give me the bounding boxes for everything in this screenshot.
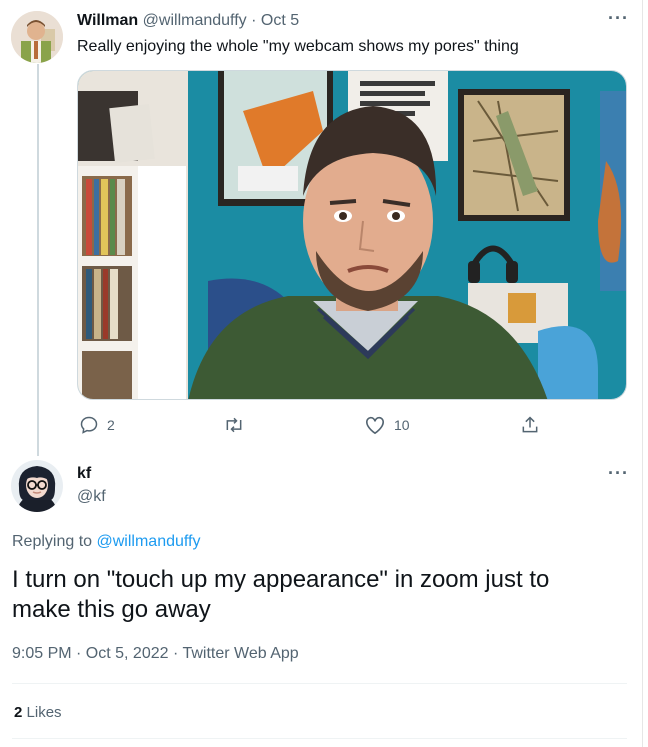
retweet-icon xyxy=(226,417,242,433)
like-count: 10 xyxy=(394,417,410,433)
likes-count: 2 xyxy=(14,704,23,721)
original-author-handle[interactable]: @willmanduffy xyxy=(143,12,247,29)
reply-more-icon[interactable]: ··· xyxy=(608,463,629,484)
reply-author-handle[interactable]: @kf xyxy=(77,488,106,506)
header-separator: · xyxy=(251,12,257,29)
original-author-name[interactable]: Willman xyxy=(77,12,138,29)
share-action[interactable] xyxy=(520,414,540,436)
replying-to-line: Replying to @willmanduffy xyxy=(12,533,200,551)
reply-timestamp[interactable]: 9:05 PM · Oct 5, 2022 · Twitter Web App xyxy=(12,645,299,663)
original-tweet-header: Willman @willmanduffy · Oct 5 xyxy=(77,12,299,30)
reply-icon xyxy=(80,416,98,434)
thread-connector-line xyxy=(37,64,39,456)
reply-action[interactable]: 2 xyxy=(79,414,115,436)
reply-count: 2 xyxy=(107,417,115,433)
reply-author-name[interactable]: kf xyxy=(77,465,91,483)
likes-stat[interactable]: 2 Likes xyxy=(14,704,62,721)
like-action[interactable]: 10 xyxy=(364,414,410,436)
webcam-photo-illustration xyxy=(78,71,626,399)
likes-label: Likes xyxy=(26,704,62,721)
original-tweet-text: Really enjoying the whole "my webcam sho… xyxy=(77,38,519,55)
stats-divider-bottom xyxy=(12,738,627,739)
original-tweet-media[interactable] xyxy=(77,70,627,400)
stats-divider-top xyxy=(12,683,627,684)
original-author-avatar[interactable] xyxy=(11,11,63,63)
original-more-icon[interactable]: ··· xyxy=(608,8,629,29)
reply-author-avatar[interactable] xyxy=(11,460,63,512)
retweet-action[interactable] xyxy=(223,414,253,436)
reply-tweet-text: I turn on "touch up my appearance" in zo… xyxy=(12,566,550,623)
share-icon xyxy=(522,416,538,433)
replying-prefix: Replying to xyxy=(12,533,93,550)
heart-icon xyxy=(366,416,384,435)
replying-handle-link[interactable]: @willmanduffy xyxy=(97,533,201,550)
original-tweet-date[interactable]: Oct 5 xyxy=(261,12,299,29)
page-edge-rule xyxy=(642,0,643,747)
